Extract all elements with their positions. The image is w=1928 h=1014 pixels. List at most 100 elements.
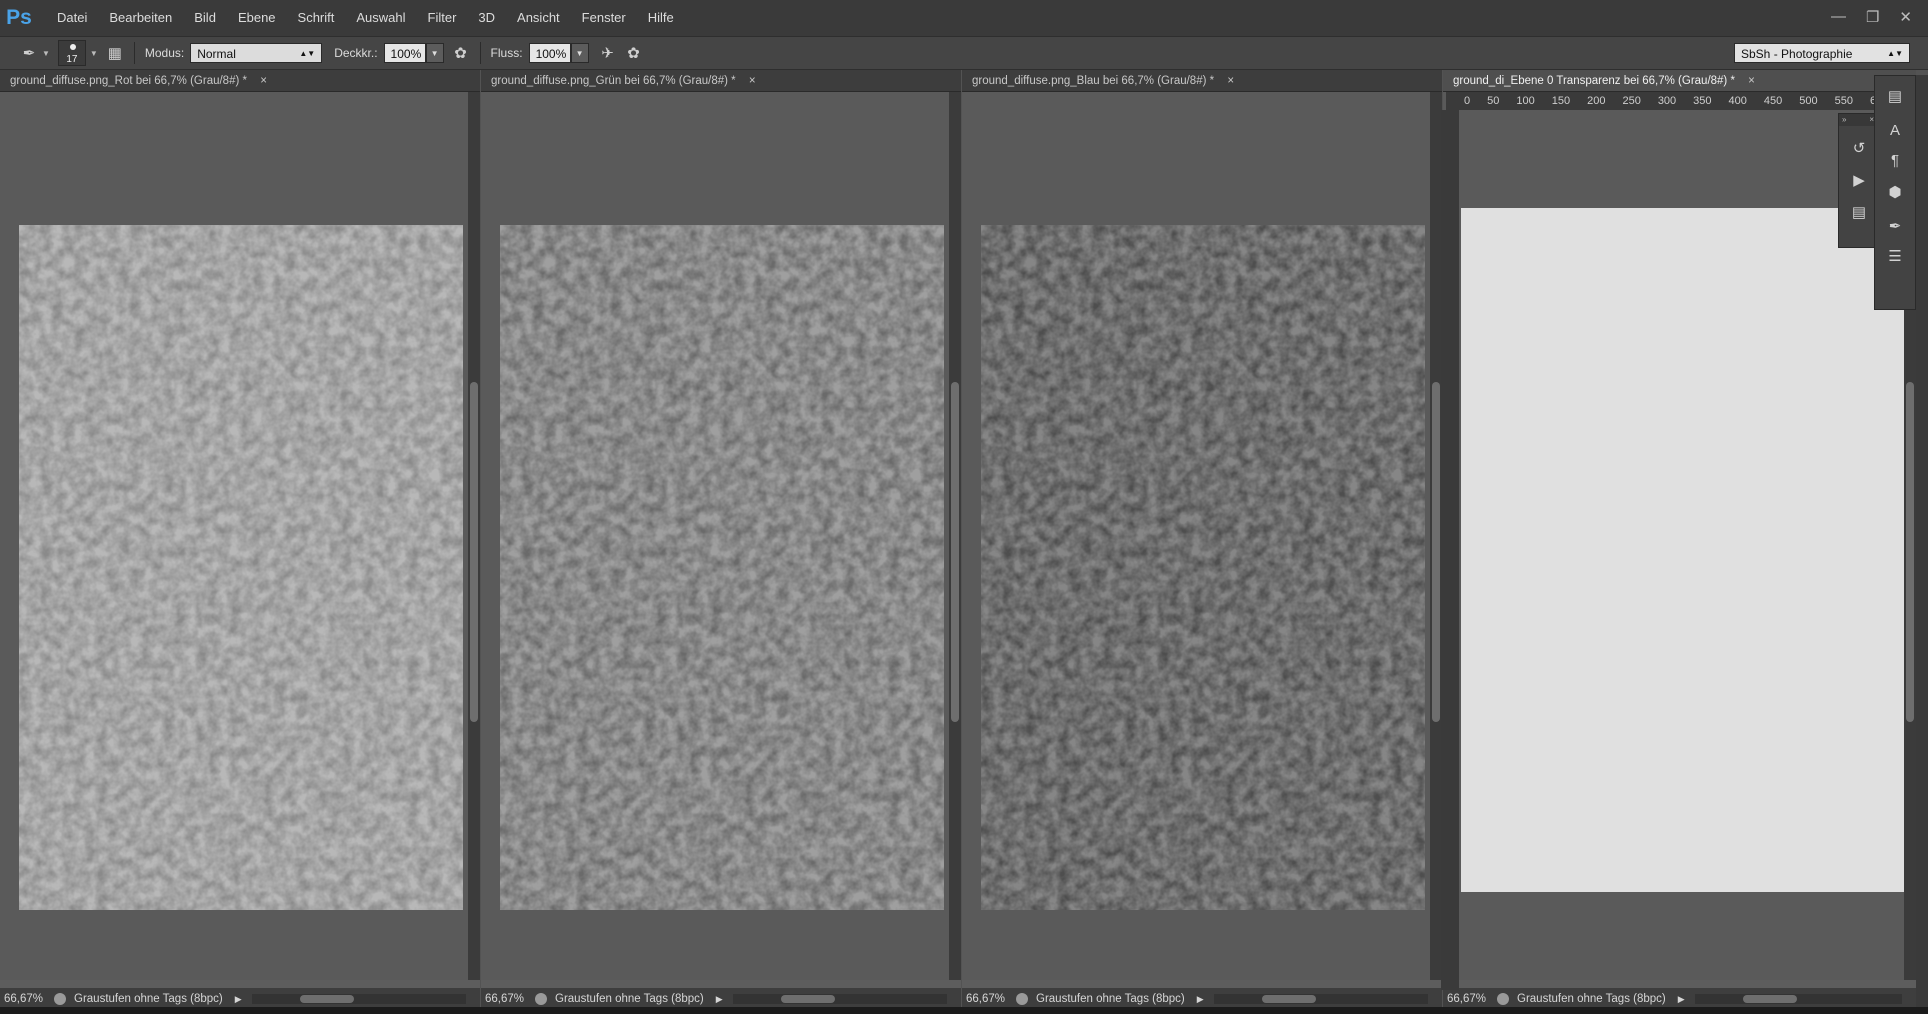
document-title: ground_diffuse.png_Rot bei 66,7% (Grau/8… (10, 75, 247, 87)
restore-icon[interactable]: ❐ (1866, 8, 1879, 26)
info-panel-icon[interactable]: ▤ (1883, 84, 1907, 108)
3d-panel-icon[interactable]: ⬢ (1883, 180, 1907, 204)
options-bar: ✒ ▼ 17 ▼ ▦ Modus: Normal ▲▼ Deckkr.: 100… (0, 36, 1928, 70)
menu-auswahl[interactable]: Auswahl (345, 0, 416, 36)
opacity-dropdown-icon[interactable]: ▼ (425, 43, 444, 63)
menu-ebene[interactable]: Ebene (227, 0, 287, 36)
layer0-canvas[interactable] (1461, 208, 1904, 892)
floating-panel-header[interactable]: » × (1839, 114, 1877, 126)
history-panel-icon[interactable]: ↺ (1847, 136, 1871, 160)
horizontal-scrollbar[interactable] (1694, 994, 1902, 1004)
document-title: ground_diffuse.png_Grün bei 66,7% (Grau/… (491, 75, 736, 87)
actions-panel-icon[interactable]: ▶ (1847, 168, 1871, 192)
ruler-tick: 550 (1834, 95, 1853, 107)
menu-schrift[interactable]: Schrift (287, 0, 346, 36)
layer-comps-icon[interactable]: ▤ (1847, 200, 1871, 224)
horizontal-scrollbar[interactable] (1213, 994, 1428, 1004)
document-canvas-area[interactable] (962, 92, 1430, 980)
workspace-select[interactable]: SbSh - Photographie ▲▼ (1734, 43, 1910, 63)
document-window-red: ground_diffuse.png_Rot bei 66,7% (Grau/8… (0, 70, 480, 1010)
scrollbar-thumb[interactable] (299, 995, 354, 1003)
close-tab-icon[interactable]: × (260, 75, 267, 87)
status-info-icon[interactable] (1497, 993, 1509, 1005)
vertical-scrollbar[interactable] (468, 92, 480, 980)
scrollbar-thumb[interactable] (951, 382, 959, 722)
ruler-tick: 300 (1657, 95, 1677, 107)
brush-panel-toggle-icon[interactable]: ▦ (102, 41, 128, 65)
character-panel-icon[interactable]: A (1883, 118, 1907, 142)
brush-size-picker[interactable]: 17 (57, 40, 86, 66)
status-info-icon[interactable] (535, 993, 547, 1005)
collapsed-panel-strip[interactable] (1916, 75, 1928, 1010)
menu-bild[interactable]: Bild (183, 0, 227, 36)
mode-label: Modus: (144, 46, 185, 60)
close-tab-icon[interactable]: × (1227, 75, 1234, 87)
close-tab-icon[interactable]: × (1748, 75, 1755, 87)
menu-fenster[interactable]: Fenster (571, 0, 637, 36)
ruler-tick: 500 (1799, 95, 1818, 107)
scrollbar-thumb[interactable] (1742, 995, 1797, 1003)
mode-select[interactable]: Normal ▲▼ (190, 43, 323, 63)
horizontal-scrollbar[interactable] (251, 994, 466, 1004)
ruler-tick: 350 (1693, 95, 1712, 107)
close-tab-icon[interactable]: × (749, 75, 756, 87)
mode-value: Normal (197, 47, 236, 61)
airbrush-icon[interactable]: ✈ (595, 41, 621, 65)
ruler-tick: 150 (1551, 95, 1571, 107)
window-controls: — ❐ ✕ (1831, 8, 1912, 26)
brush-presets-icon[interactable]: ✒ (1883, 214, 1907, 238)
document-title: ground_di_Ebene 0 Transparenz bei 66,7% … (1453, 75, 1735, 87)
scrollbar-thumb[interactable] (470, 382, 478, 722)
select-arrows-icon: ▲▼ (1887, 49, 1903, 58)
scrollbar-thumb[interactable] (1432, 382, 1440, 722)
menu-bearbeiten[interactable]: Bearbeiten (98, 0, 183, 36)
status-info-icon[interactable] (1016, 993, 1028, 1005)
horizontal-ruler: 0 50 100 150 200 250 300 350 400 450 500… (1446, 92, 1882, 110)
document-tab-layer0[interactable]: ground_di_Ebene 0 Transparenz bei 66,7% … (1443, 70, 1916, 92)
soil-image-green-channel (500, 225, 944, 910)
ruler-tick: 100 (1516, 95, 1535, 107)
close-icon[interactable]: ✕ (1899, 8, 1912, 26)
ruler-tick: 250 (1622, 95, 1641, 107)
document-tab-blue[interactable]: ground_diffuse.png_Blau bei 66,7% (Grau/… (962, 70, 1442, 92)
document-title: ground_diffuse.png_Blau bei 66,7% (Grau/… (972, 75, 1215, 87)
brush-picker-arrow-icon[interactable]: ▼ (90, 49, 98, 58)
soil-image-red-channel (19, 225, 463, 910)
brush-tool-icon[interactable]: ✒ (16, 41, 42, 65)
workspace-value: SbSh - Photographie (1741, 47, 1853, 61)
menu-hilfe[interactable]: Hilfe (637, 0, 685, 36)
flow-dropdown-icon[interactable]: ▼ (570, 43, 589, 63)
pressure-opacity-icon[interactable]: ✿ (448, 41, 474, 65)
document-window-blue: ground_diffuse.png_Blau bei 66,7% (Grau/… (962, 70, 1442, 1010)
opacity-input[interactable]: 100% (383, 43, 426, 63)
separator (133, 42, 135, 64)
brush-tip-icon (69, 44, 76, 50)
collapse-icon[interactable]: » (1842, 114, 1846, 126)
document-tab-red[interactable]: ground_diffuse.png_Rot bei 66,7% (Grau/8… (0, 70, 480, 92)
soil-image-blue-channel (981, 225, 1425, 910)
menu-filter[interactable]: Filter (417, 0, 468, 36)
vertical-ruler (1441, 110, 1459, 990)
scrollbar-thumb[interactable] (1261, 995, 1316, 1003)
vertical-scrollbar[interactable] (949, 92, 961, 980)
right-panel-dock: ▤ A ¶ ⬢ ✒ ☰ (1874, 75, 1916, 310)
photoshop-window: Ps Datei Bearbeiten Bild Ebene Schrift A… (0, 0, 1928, 1014)
paragraph-panel-icon[interactable]: ¶ (1883, 148, 1907, 172)
taskbar (0, 1007, 1928, 1014)
document-tab-green[interactable]: ground_diffuse.png_Grün bei 66,7% (Grau/… (481, 70, 961, 92)
adjustments-icon[interactable]: ☰ (1883, 244, 1907, 268)
horizontal-scrollbar[interactable] (732, 994, 947, 1004)
menu-ansicht[interactable]: Ansicht (506, 0, 571, 36)
menu-datei[interactable]: Datei (46, 0, 98, 36)
document-canvas-area[interactable] (481, 92, 949, 980)
menu-3d[interactable]: 3D (467, 0, 506, 36)
document-canvas-area[interactable] (0, 92, 468, 980)
scrollbar-thumb[interactable] (1906, 382, 1914, 722)
tool-preset-arrow-icon[interactable]: ▼ (42, 49, 50, 58)
scrollbar-thumb[interactable] (780, 995, 835, 1003)
status-info-icon[interactable] (54, 993, 66, 1005)
pressure-size-icon[interactable]: ✿ (621, 41, 647, 65)
menu-bar: Ps Datei Bearbeiten Bild Ebene Schrift A… (0, 0, 1928, 36)
minimize-icon[interactable]: — (1831, 8, 1846, 26)
flow-input[interactable]: 100% (528, 43, 571, 63)
